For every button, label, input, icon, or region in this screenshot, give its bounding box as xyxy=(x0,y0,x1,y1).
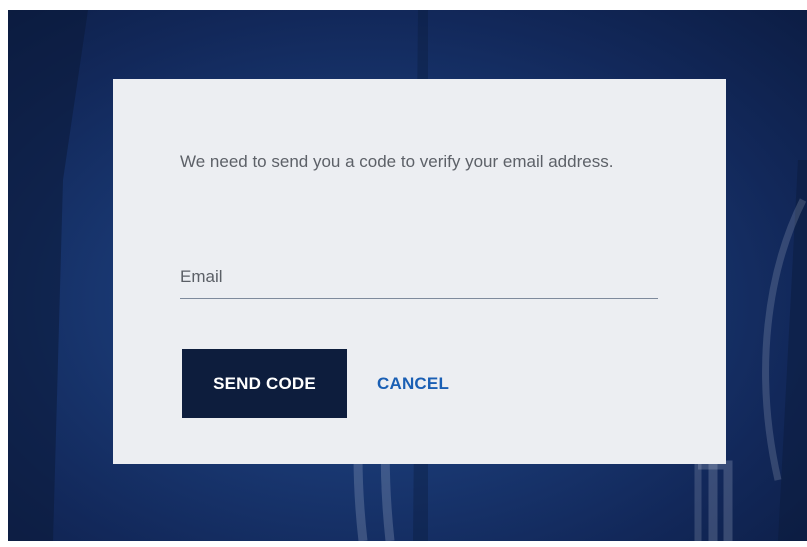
send-code-button[interactable]: SEND CODE xyxy=(182,349,347,418)
verification-message: We need to send you a code to verify you… xyxy=(180,152,614,171)
email-field[interactable] xyxy=(180,262,658,292)
email-field-container xyxy=(180,262,658,299)
cancel-button[interactable]: CANCEL xyxy=(377,349,449,418)
verify-email-dialog: We need to send you a code to verify you… xyxy=(113,79,726,464)
